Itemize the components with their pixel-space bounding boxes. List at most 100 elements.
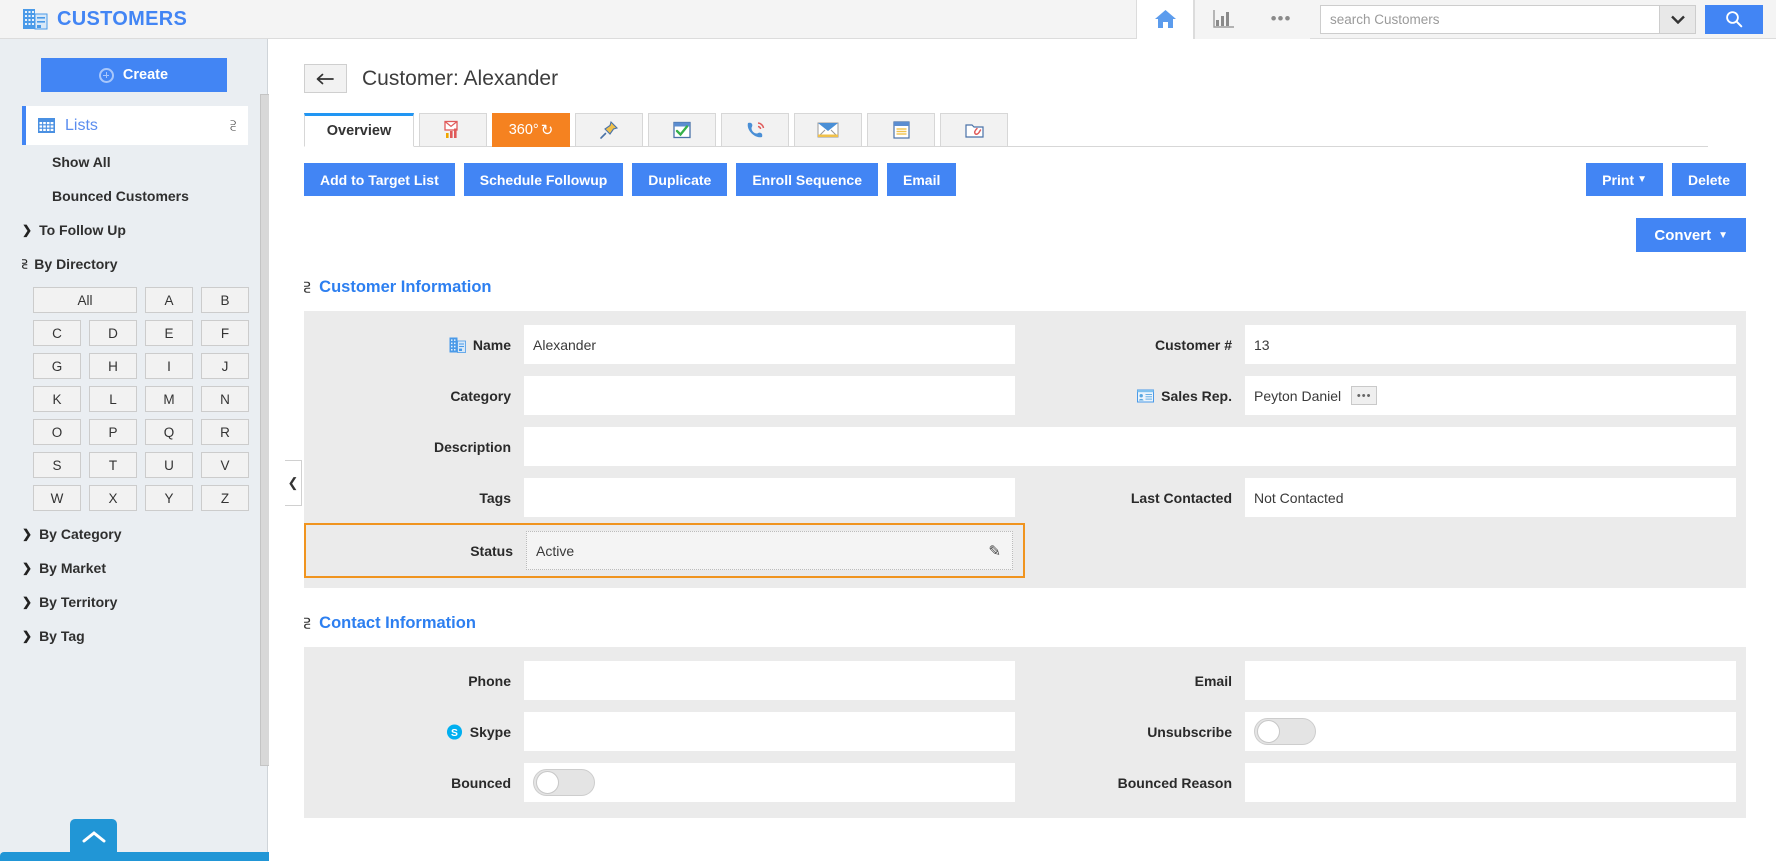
sidebar-group-by-directory[interactable]: ⫔ By Directory bbox=[0, 247, 267, 281]
alpha-button-b[interactable]: B bbox=[201, 287, 249, 313]
last-contacted-input[interactable]: Not Contacted bbox=[1245, 478, 1736, 517]
description-input[interactable] bbox=[524, 427, 1736, 466]
alpha-button-f[interactable]: F bbox=[201, 320, 249, 346]
customer-number-input[interactable]: 13 bbox=[1245, 325, 1736, 364]
sidebar-item-label: By Category bbox=[39, 526, 122, 542]
enroll-sequence-button[interactable]: Enroll Sequence bbox=[736, 163, 879, 196]
alpha-button-t[interactable]: T bbox=[89, 452, 137, 478]
alpha-button-z[interactable]: Z bbox=[201, 485, 249, 511]
sidebar-lists-header[interactable]: Lists ⫔ bbox=[22, 106, 248, 145]
tab-attachments[interactable] bbox=[940, 113, 1008, 147]
chevron-down-icon: ⫔ bbox=[304, 615, 311, 631]
alpha-button-c[interactable]: C bbox=[33, 320, 81, 346]
sidebar-group-by-tag[interactable]: ❯ By Tag bbox=[0, 619, 267, 653]
bar-chart-icon bbox=[1212, 10, 1234, 28]
alpha-button-h[interactable]: H bbox=[89, 353, 137, 379]
email-input[interactable] bbox=[1245, 661, 1736, 700]
field-label: S Skype bbox=[304, 724, 524, 740]
alpha-button-d[interactable]: D bbox=[89, 320, 137, 346]
tab-overview[interactable]: Overview bbox=[304, 113, 414, 147]
main-content: Customer: Alexander Overview 360° ↻ Add … bbox=[269, 39, 1776, 861]
search-area bbox=[1320, 4, 1776, 34]
alpha-button-q[interactable]: Q bbox=[145, 419, 193, 445]
sidebar-group-by-category[interactable]: ❯ By Category bbox=[0, 517, 267, 551]
print-button[interactable]: Print ▼ bbox=[1586, 163, 1663, 196]
scroll-to-top-button[interactable] bbox=[70, 819, 117, 861]
field-label-text: Skype bbox=[469, 723, 511, 740]
tab-notes[interactable] bbox=[867, 113, 935, 147]
search-scope-dropdown[interactable] bbox=[1660, 4, 1696, 34]
alpha-button-e[interactable]: E bbox=[145, 320, 193, 346]
skype-input[interactable] bbox=[524, 712, 1015, 751]
search-submit-button[interactable] bbox=[1705, 4, 1763, 34]
sidebar-group-by-market[interactable]: ❯ By Market bbox=[0, 551, 267, 585]
chevron-down-icon: ⫔ bbox=[230, 117, 236, 133]
sidebar-item-show-all[interactable]: Show All bbox=[0, 145, 267, 179]
field-name: Name Alexander bbox=[304, 319, 1025, 370]
schedule-followup-button[interactable]: Schedule Followup bbox=[463, 163, 624, 196]
email-button[interactable]: Email bbox=[887, 163, 957, 196]
search-input[interactable] bbox=[1320, 4, 1660, 34]
alpha-button-g[interactable]: G bbox=[33, 353, 81, 379]
unsubscribe-toggle[interactable] bbox=[1254, 718, 1316, 745]
back-button[interactable] bbox=[304, 64, 347, 93]
envelope-icon bbox=[817, 122, 839, 138]
bounced-toggle[interactable] bbox=[533, 769, 595, 796]
sales-rep-picker-button[interactable]: ••• bbox=[1351, 386, 1378, 405]
alpha-button-n[interactable]: N bbox=[201, 386, 249, 412]
field-unsubscribe: Unsubscribe bbox=[1025, 706, 1746, 757]
field-label: Email bbox=[1025, 673, 1245, 689]
caret-down-icon: ▼ bbox=[1637, 174, 1647, 185]
section-header-customer-information[interactable]: ⫔ Customer Information bbox=[304, 278, 1776, 297]
alpha-button-m[interactable]: M bbox=[145, 386, 193, 412]
tab-emails[interactable] bbox=[794, 113, 862, 147]
pencil-icon[interactable]: ✎ bbox=[988, 542, 1001, 560]
sidebar-group-to-follow-up[interactable]: ❯ To Follow Up bbox=[0, 213, 267, 247]
alpha-button-s[interactable]: S bbox=[33, 452, 81, 478]
convert-button[interactable]: Convert ▼ bbox=[1636, 218, 1746, 252]
alpha-button-p[interactable]: P bbox=[89, 419, 137, 445]
sidebar-item-bounced-customers[interactable]: Bounced Customers bbox=[0, 179, 267, 213]
convert-button-label: Convert bbox=[1654, 226, 1712, 244]
alpha-button-j[interactable]: J bbox=[201, 353, 249, 379]
tab-tasks[interactable] bbox=[648, 113, 716, 147]
reports-button[interactable] bbox=[1194, 0, 1252, 39]
tab-pinned[interactable] bbox=[575, 113, 643, 147]
tab-calls[interactable] bbox=[721, 113, 789, 147]
alpha-button-i[interactable]: I bbox=[145, 353, 193, 379]
alpha-button-k[interactable]: K bbox=[33, 386, 81, 412]
delete-button[interactable]: Delete bbox=[1671, 163, 1746, 196]
alpha-button-a[interactable]: A bbox=[145, 287, 193, 313]
category-input[interactable] bbox=[524, 376, 1015, 415]
alpha-button-r[interactable]: R bbox=[201, 419, 249, 445]
alpha-button-o[interactable]: O bbox=[33, 419, 81, 445]
field-label: Phone bbox=[304, 673, 524, 689]
sidebar-collapse-handle[interactable]: ❮ bbox=[285, 460, 302, 506]
alpha-button-w[interactable]: W bbox=[33, 485, 81, 511]
home-button[interactable] bbox=[1136, 0, 1194, 39]
duplicate-button[interactable]: Duplicate bbox=[632, 163, 728, 196]
alpha-button-y[interactable]: Y bbox=[145, 485, 193, 511]
more-menu-button[interactable]: ••• bbox=[1252, 0, 1310, 39]
alpha-button-x[interactable]: X bbox=[89, 485, 137, 511]
alpha-button-u[interactable]: U bbox=[145, 452, 193, 478]
alpha-button-v[interactable]: V bbox=[201, 452, 249, 478]
alpha-button-l[interactable]: L bbox=[89, 386, 137, 412]
record-action-bar: Add to Target List Schedule Followup Dup… bbox=[304, 163, 1776, 196]
alpha-button-all[interactable]: All bbox=[33, 287, 137, 313]
tags-input[interactable] bbox=[524, 478, 1015, 517]
sidebar-group-by-territory[interactable]: ❯ By Territory bbox=[0, 585, 267, 619]
tab-360-view[interactable]: 360° ↻ bbox=[492, 113, 570, 147]
tab-label: 360° bbox=[508, 122, 539, 138]
sales-rep-input[interactable]: Peyton Daniel ••• bbox=[1245, 376, 1736, 415]
bounced-reason-input[interactable] bbox=[1245, 763, 1736, 802]
name-input[interactable]: Alexander bbox=[524, 325, 1015, 364]
status-input[interactable]: Active ✎ bbox=[526, 531, 1013, 570]
section-header-contact-information[interactable]: ⫔ Contact Information bbox=[304, 614, 1776, 633]
create-button[interactable]: Create bbox=[40, 58, 227, 92]
phone-input[interactable] bbox=[524, 661, 1015, 700]
sidebar-item-label: Show All bbox=[52, 154, 111, 170]
add-to-target-list-button[interactable]: Add to Target List bbox=[304, 163, 455, 196]
caret-down-icon: ▼ bbox=[1718, 229, 1728, 241]
tab-email-campaigns[interactable] bbox=[419, 113, 487, 147]
